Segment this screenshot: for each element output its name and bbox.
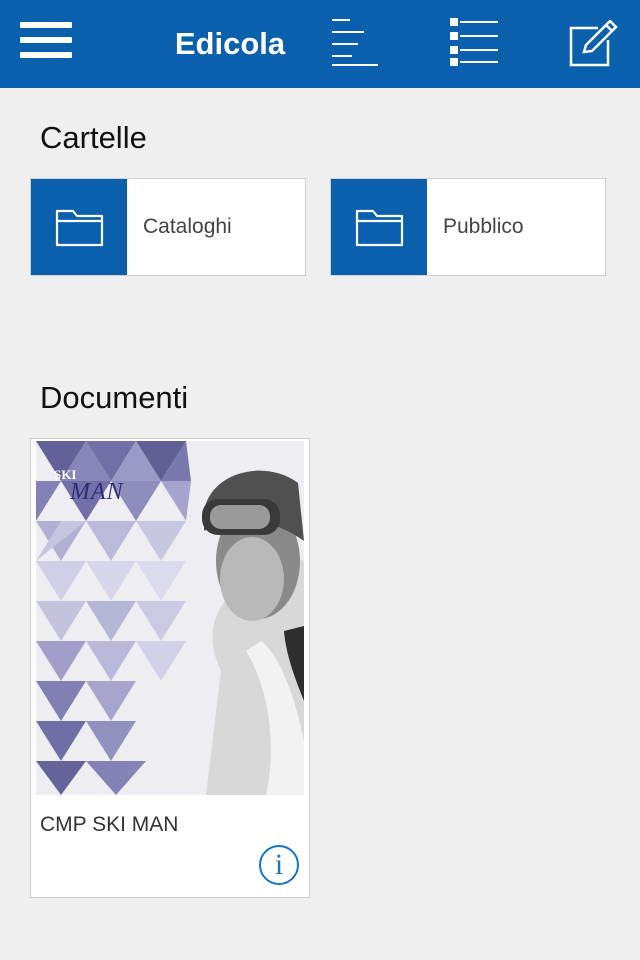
document-card[interactable]: SKI MAN CMP SKI MAN i bbox=[30, 438, 310, 898]
folder-icon bbox=[55, 209, 104, 247]
folder-icon bbox=[355, 209, 404, 247]
document-title: CMP SKI MAN bbox=[40, 813, 179, 836]
folders-section-title: Cartelle bbox=[40, 120, 147, 155]
folder-tile bbox=[31, 179, 127, 275]
hamburger-menu-icon[interactable] bbox=[20, 22, 72, 62]
folder-card-cataloghi[interactable]: Cataloghi bbox=[30, 178, 306, 276]
documents-section-title: Documenti bbox=[40, 380, 189, 415]
cover-brand-bottom: MAN bbox=[70, 479, 124, 505]
document-cover-image: SKI MAN bbox=[36, 441, 304, 795]
text-align-icon[interactable] bbox=[330, 18, 380, 68]
folder-label: Pubblico bbox=[443, 215, 524, 238]
list-view-icon[interactable] bbox=[448, 18, 500, 68]
folder-card-pubblico[interactable]: Pubblico bbox=[330, 178, 606, 276]
top-navigation-bar: Edicola bbox=[0, 0, 640, 88]
folder-label: Cataloghi bbox=[143, 215, 232, 238]
folder-tile bbox=[331, 179, 427, 275]
page-title: Edicola bbox=[174, 26, 286, 61]
compose-edit-icon[interactable] bbox=[568, 19, 618, 68]
info-icon[interactable]: i bbox=[259, 845, 299, 885]
